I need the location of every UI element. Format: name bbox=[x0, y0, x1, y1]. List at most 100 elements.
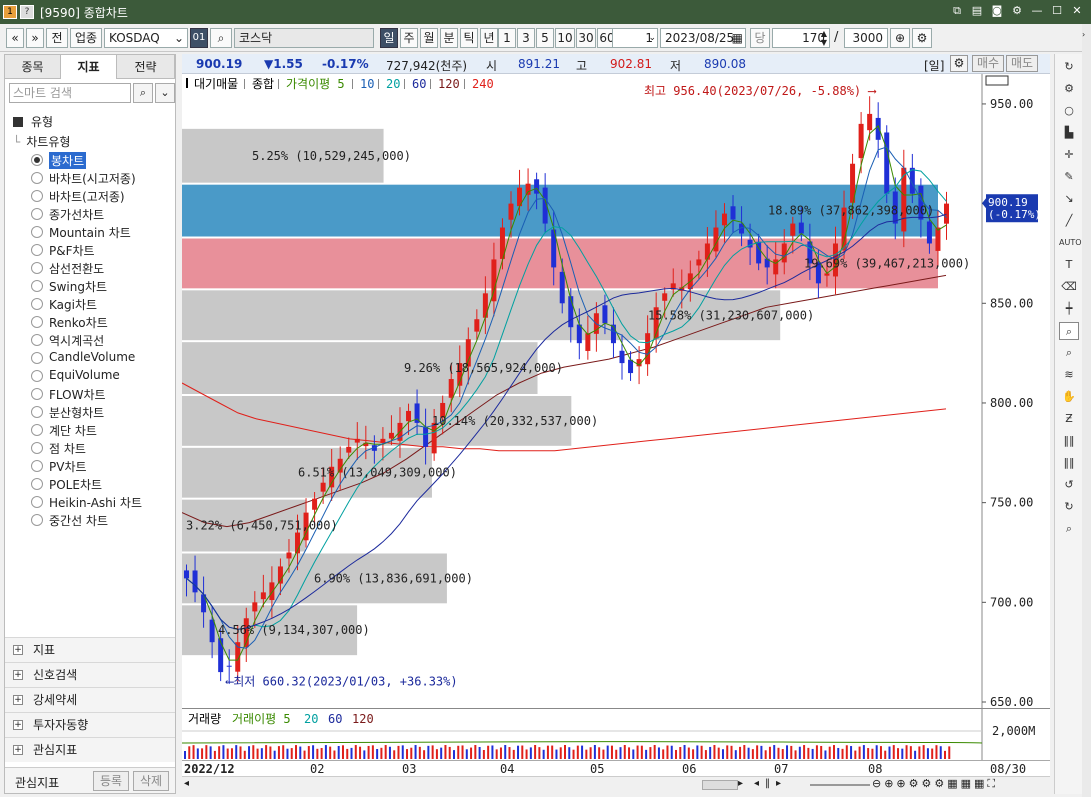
chart-type-option[interactable]: Mountain 차트 bbox=[13, 223, 173, 241]
chart-type-option[interactable]: 봉차트 bbox=[13, 151, 173, 169]
redo-icon[interactable]: ↻ bbox=[1059, 498, 1079, 516]
link-icon[interactable]: ⧉ bbox=[949, 3, 965, 19]
candlestick-chart[interactable]: 650.00700.00750.00800.00850.00900.00950.… bbox=[181, 74, 1050, 709]
playback-controls[interactable]: ◂‖▸ bbox=[754, 778, 787, 789]
market-select[interactable]: KOSDAQ ⌄ bbox=[104, 28, 188, 48]
interval-button-0[interactable]: 1 bbox=[498, 28, 516, 48]
chart-type-option[interactable]: Kagi차트 bbox=[13, 295, 173, 313]
register-button[interactable]: 등록 bbox=[93, 771, 129, 791]
chart-type-option[interactable]: 바차트(고저종) bbox=[13, 187, 173, 205]
search-icon[interactable]: ⌕ bbox=[133, 83, 153, 103]
zoom-in-icon[interactable]: ⊕ bbox=[890, 28, 910, 48]
chart-type-option[interactable]: EquiVolume bbox=[13, 367, 173, 385]
zoom-icon[interactable]: ⌕ bbox=[1059, 344, 1079, 362]
erase-icon[interactable]: ⌫ bbox=[1059, 278, 1079, 296]
interval-button-3[interactable]: 10 bbox=[555, 28, 575, 48]
help-icon[interactable]: ? bbox=[20, 5, 34, 19]
expand-icon[interactable]: + bbox=[13, 670, 23, 680]
interval-button-4[interactable]: 30 bbox=[576, 28, 596, 48]
magnify-icon[interactable]: ⌕ bbox=[1059, 322, 1079, 340]
chart-type-option[interactable]: P&F차트 bbox=[13, 241, 173, 259]
price-chart[interactable]: 650.00700.00750.00800.00850.00900.00950.… bbox=[181, 74, 1050, 709]
maximize-icon[interactable]: ☐ bbox=[1049, 3, 1065, 19]
scroll-right-icon[interactable]: ▸ bbox=[738, 778, 743, 789]
buy-button[interactable]: 매수 bbox=[972, 55, 1004, 72]
interval-button-2[interactable]: 5 bbox=[536, 28, 554, 48]
nav-left-button[interactable]: « bbox=[6, 28, 24, 48]
chart-icon[interactable]: ▙ bbox=[1059, 124, 1079, 142]
expand-icon[interactable]: + bbox=[13, 645, 23, 655]
radio-icon[interactable] bbox=[31, 262, 43, 274]
expand-icon[interactable]: + bbox=[13, 695, 23, 705]
note-icon[interactable]: ▤ bbox=[969, 3, 985, 19]
chart-type-option[interactable]: POLE차트 bbox=[13, 475, 173, 493]
chart-type-option[interactable]: Swing차트 bbox=[13, 277, 173, 295]
scroll-left-icon[interactable]: ◂ bbox=[184, 778, 189, 789]
nav-down-button[interactable]: » bbox=[26, 28, 44, 48]
chart-type-option[interactable]: CandleVolume bbox=[13, 349, 173, 367]
left-section-1[interactable]: + 신호검색 bbox=[5, 662, 175, 687]
expand-icon[interactable]: + bbox=[13, 720, 23, 730]
count-input[interactable]: 170 ▲ ▼ bbox=[772, 28, 830, 48]
period-tab-2[interactable]: 월 bbox=[420, 28, 438, 48]
delete-button[interactable]: 삭제 bbox=[133, 771, 169, 791]
radio-icon[interactable] bbox=[31, 334, 43, 346]
radio-icon[interactable] bbox=[31, 352, 43, 364]
radio-icon[interactable] bbox=[31, 244, 43, 256]
left-section-2[interactable]: + 강세약세 bbox=[5, 687, 175, 712]
date-input[interactable]: 2023/08/25 ▦ bbox=[660, 28, 746, 48]
sell-button[interactable]: 매도 bbox=[1006, 55, 1038, 72]
radio-icon[interactable] bbox=[31, 226, 43, 238]
market-type-select[interactable]: 업종 bbox=[70, 28, 102, 48]
radio-icon[interactable] bbox=[31, 496, 43, 508]
settings-icon[interactable]: ⚙ bbox=[1009, 3, 1025, 19]
volume-chart[interactable]: 2,000M 거래량 거래이평 5 20 60 120 bbox=[181, 708, 1050, 761]
chart-type-option[interactable]: Renko차트 bbox=[13, 313, 173, 331]
undo-icon[interactable]: ↺ bbox=[1059, 476, 1079, 494]
radio-icon[interactable] bbox=[31, 442, 43, 454]
chart-type-option[interactable]: 분산형차트 bbox=[13, 403, 173, 421]
gear-icon[interactable]: ⚙ bbox=[912, 28, 932, 48]
interval-input[interactable]: 1 ⌄ bbox=[612, 28, 658, 48]
left-tab-1[interactable]: 지표 bbox=[61, 55, 117, 79]
z-icon[interactable]: Ƶ bbox=[1059, 410, 1079, 428]
scroll-thumb[interactable] bbox=[702, 780, 738, 790]
radio-icon[interactable] bbox=[31, 388, 43, 400]
chart-type-option[interactable]: Heikin-Ashi 차트 bbox=[13, 493, 173, 511]
bars2-icon[interactable]: ‖‖ bbox=[1059, 454, 1079, 472]
zoom-slider[interactable] bbox=[810, 784, 870, 786]
zoom-buttons[interactable]: ⊖⊕⊕⚙⚙⚙▦▦▦⛶ bbox=[872, 777, 998, 791]
chart-type-option[interactable]: 역시계곡선 bbox=[13, 331, 173, 349]
radio-icon[interactable] bbox=[31, 370, 43, 382]
chart-type-option[interactable]: 계단 차트 bbox=[13, 421, 173, 439]
fib-icon[interactable]: ≋ bbox=[1059, 366, 1079, 384]
trend-icon[interactable]: ↘ bbox=[1059, 190, 1079, 208]
section-header[interactable]: 유형 bbox=[13, 113, 53, 130]
period-tab-4[interactable]: 틱 bbox=[460, 28, 478, 48]
chart-type-option[interactable]: FLOW차트 bbox=[13, 385, 173, 403]
radio-icon[interactable] bbox=[31, 316, 43, 328]
interval-button-1[interactable]: 3 bbox=[517, 28, 535, 48]
crosshair-icon[interactable]: ✛ bbox=[1059, 146, 1079, 164]
total-input[interactable]: 3000 bbox=[844, 28, 888, 48]
left-section-0[interactable]: + 지표 bbox=[5, 637, 175, 662]
smart-search-input[interactable]: 스마트 검색 bbox=[9, 83, 131, 103]
today-button[interactable]: 당 bbox=[750, 28, 770, 48]
chart-type-option[interactable]: PV차트 bbox=[13, 457, 173, 475]
volume-bars[interactable]: 2,000M 거래량 거래이평 5 20 60 120 bbox=[181, 709, 1050, 761]
chart-type-option[interactable]: 점 차트 bbox=[13, 439, 173, 457]
period-tab-0[interactable]: 일 bbox=[380, 28, 398, 48]
period-tab-5[interactable]: 년 bbox=[480, 28, 498, 48]
code-icon[interactable]: 01 bbox=[190, 28, 208, 48]
chart-scrollbar[interactable]: ◂ ▸ ◂‖▸ ⊖⊕⊕⚙⚙⚙▦▦▦⛶ bbox=[182, 776, 1050, 792]
chevron-down-icon[interactable]: ⌄ bbox=[155, 83, 175, 103]
radio-icon[interactable] bbox=[31, 478, 43, 490]
left-tab-0[interactable]: 종목 bbox=[5, 55, 61, 79]
radio-icon[interactable] bbox=[31, 208, 43, 220]
radio-icon[interactable] bbox=[31, 460, 43, 472]
radio-icon[interactable] bbox=[31, 190, 43, 202]
radio-icon[interactable] bbox=[31, 406, 43, 418]
circle-icon[interactable]: ○ bbox=[1059, 102, 1079, 120]
text-icon[interactable]: T bbox=[1059, 256, 1079, 274]
chart-type-option[interactable]: 바차트(시고저종) bbox=[13, 169, 173, 187]
